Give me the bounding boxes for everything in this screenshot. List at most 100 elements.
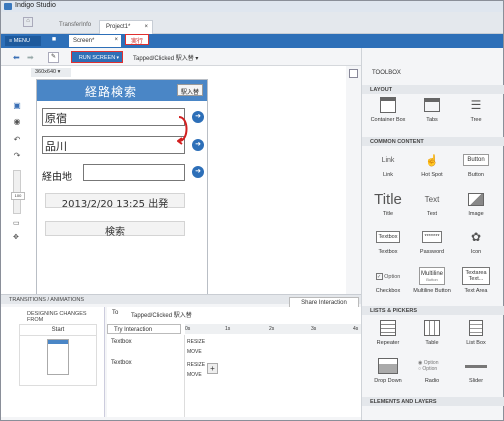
tick-3: 3s: [311, 326, 317, 332]
drop-down-icon: [378, 358, 398, 374]
save-icon[interactable]: ▣: [11, 101, 23, 110]
textarea-sample-2: Text...: [468, 276, 484, 282]
zoom-value: 100: [11, 192, 25, 200]
palette-icon: ✿: [470, 230, 482, 244]
start-state-card[interactable]: Start: [19, 324, 97, 386]
slider-tool[interactable]: Slider: [456, 357, 496, 395]
radio-option-2: ○ Option: [418, 366, 438, 372]
tabs-label: Tabs: [426, 117, 438, 123]
radio-tool[interactable]: ◉ Option ○ Option Radio: [412, 357, 452, 395]
link-sample: Link: [381, 156, 395, 164]
image-tool[interactable]: Image: [456, 190, 496, 228]
title-label: Title: [382, 211, 394, 217]
to-go-icon[interactable]: ➜: [192, 139, 204, 151]
timeline-row-1-name[interactable]: Textbox: [111, 339, 132, 345]
multiline-button-tool[interactable]: Multiline Button Multiline Button: [412, 267, 452, 305]
folder-icon[interactable]: ■: [47, 36, 61, 46]
title-bar: Indigo Studio: [1, 1, 503, 12]
slider-label: Slider: [468, 378, 484, 384]
redo-icon[interactable]: ↷: [11, 151, 23, 160]
toolbox-title: TOOLBOX: [372, 70, 401, 76]
table-tool[interactable]: Table: [412, 319, 452, 357]
icon-tool[interactable]: ✿ Icon: [456, 228, 496, 266]
panel-toggle-icon[interactable]: [349, 69, 358, 78]
image-icon: [468, 192, 484, 206]
checkbox-tool[interactable]: ✓ Option Checkbox: [368, 267, 408, 305]
edit-icon[interactable]: ✎: [48, 52, 59, 63]
chevron-down-icon[interactable]: ▾: [116, 55, 119, 61]
checkbox-sample-text: Option: [384, 273, 401, 280]
timeline-row-1-move[interactable]: MOVE: [187, 349, 202, 355]
list-box-tool[interactable]: List Box: [456, 319, 496, 357]
text-tool[interactable]: Text Text: [412, 190, 452, 228]
close-icon[interactable]: ×: [114, 37, 118, 43]
checkbox-label: Checkbox: [375, 288, 401, 294]
undo-arrow-icon[interactable]: ⬅: [13, 53, 20, 62]
textbox-sample: Textbox: [375, 231, 401, 243]
fit-icon[interactable]: ▭: [13, 219, 20, 227]
textbox-label: Textbox: [378, 249, 398, 255]
common-section-header[interactable]: COMMON CONTENT: [362, 137, 504, 146]
layout-section-header[interactable]: LAYOUT: [362, 85, 504, 94]
tree-icon: ☰: [470, 98, 482, 112]
lists-section-header[interactable]: LISTS & PICKERS: [362, 306, 504, 315]
textbox-tool[interactable]: Textbox Textbox: [368, 228, 408, 266]
from-station-input[interactable]: 原宿: [42, 108, 185, 126]
multiline-sample-sub: Button: [426, 276, 438, 282]
text-area-tool[interactable]: Textarea Text... Text Area: [456, 267, 496, 305]
datetime-display[interactable]: 2013/2/20 13:25 出発: [45, 193, 185, 210]
radio-option-2-text: Option: [422, 366, 438, 372]
state-selector[interactable]: Tapped/Clicked 駅入替 ▾: [133, 53, 198, 62]
phone-screen: 経路検索 駅入替 原宿 ➜ 品川 ➜ 経由地 ➜ 2013/2/20 13:25…: [36, 79, 208, 294]
tabs-tool[interactable]: Tabs: [412, 96, 452, 134]
undo-icon[interactable]: ↶: [11, 135, 23, 144]
password-tool[interactable]: ******* Password: [412, 228, 452, 266]
add-animation-button[interactable]: +: [207, 363, 218, 374]
button-tool[interactable]: Button Button: [456, 151, 496, 189]
swap-stations-button[interactable]: 駅入替: [177, 84, 203, 96]
close-icon[interactable]: ×: [144, 24, 148, 30]
tabs-icon: [424, 98, 440, 112]
image-label: Image: [468, 211, 484, 217]
container-box-tool[interactable]: Container Box: [368, 96, 408, 134]
tab-project1[interactable]: Project1* ×: [99, 20, 153, 34]
drop-down-tool[interactable]: Drop Down: [368, 357, 408, 395]
timeline-row-2-move[interactable]: MOVE: [187, 372, 202, 378]
check-icon: ✓: [375, 272, 383, 280]
try-interaction-button[interactable]: Try Interaction: [107, 324, 181, 334]
tab-screen[interactable]: Screen* ×: [69, 35, 121, 47]
menu-bar: ≡ MENU ■ Screen* ×: [1, 34, 361, 48]
text-sample: Text: [424, 194, 440, 204]
repeater-tool[interactable]: Repeater: [368, 319, 408, 357]
password-label: Password: [419, 249, 445, 255]
canvas-side-strip: [346, 66, 361, 294]
timeline-row-1-resize[interactable]: RESIZE: [187, 339, 205, 345]
expand-icon[interactable]: ✥: [13, 233, 19, 241]
repeater-label: Repeater: [376, 340, 400, 346]
via-station-input[interactable]: [83, 164, 185, 181]
timeline-row-2-resize[interactable]: RESIZE: [187, 362, 205, 368]
timeline-row-2-name[interactable]: Textbox: [111, 360, 132, 366]
to-station-input[interactable]: 品川: [42, 136, 185, 154]
tab-project1-label: Project1*: [106, 24, 131, 30]
to-trigger[interactable]: Tapped/Clicked 駅入替: [131, 310, 192, 319]
tree-tool[interactable]: ☰ Tree: [456, 96, 496, 134]
menu-button[interactable]: ≡ MENU: [5, 36, 41, 46]
tick-2: 2s: [269, 326, 275, 332]
run-screen-button[interactable]: RUN SCREEN ▾: [71, 51, 123, 63]
run-tooltip: 実行: [125, 34, 149, 45]
link-tool[interactable]: Link Link: [368, 151, 408, 189]
hotspot-tool[interactable]: ☝ Hot Spot: [412, 151, 452, 189]
title-tool[interactable]: Title Title: [368, 190, 408, 228]
search-button[interactable]: 検索: [45, 221, 185, 238]
via-go-icon[interactable]: ➜: [192, 166, 204, 178]
device-size-selector[interactable]: 360x640 ▾: [31, 68, 71, 77]
camera-icon[interactable]: ◉: [11, 117, 23, 126]
redo-arrow-icon[interactable]: ➡: [27, 53, 34, 62]
transitions-panel: TRANSITIONS / ANIMATIONS Share Interacti…: [1, 294, 361, 420]
button-sample: Button: [463, 154, 489, 166]
from-go-icon[interactable]: ➜: [192, 111, 204, 123]
home-icon[interactable]: ⌂: [23, 17, 33, 27]
elements-section-header[interactable]: ELEMENTS AND LAYERS: [362, 397, 504, 406]
icon-label: Icon: [470, 249, 482, 255]
